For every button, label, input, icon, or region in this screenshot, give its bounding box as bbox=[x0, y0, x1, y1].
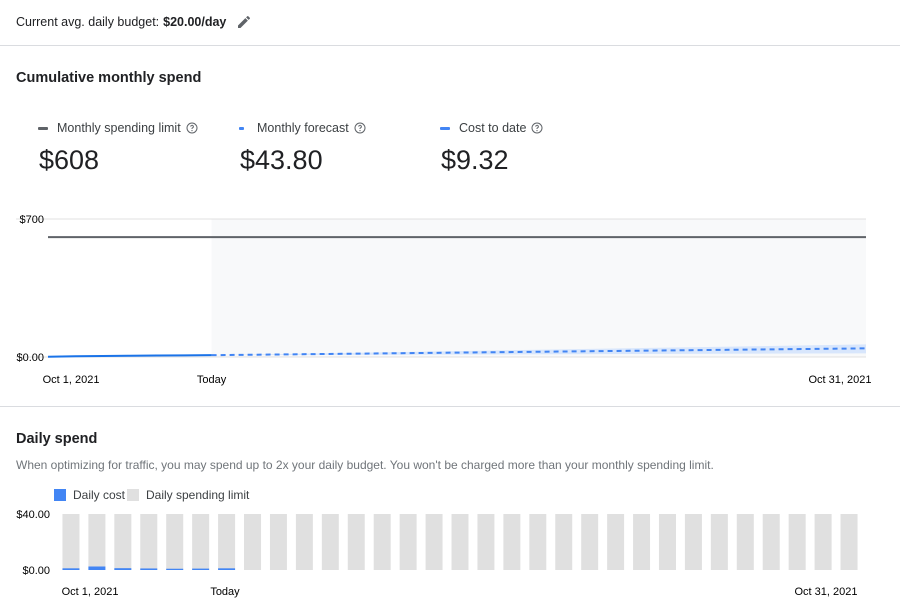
bar-daily-spending-limit bbox=[347, 514, 365, 570]
bar-daily-spending-limit bbox=[218, 514, 236, 570]
bar-daily-spending-limit bbox=[529, 514, 547, 570]
bar-daily-spending-limit bbox=[269, 514, 287, 570]
metric-monthly-spending-limit: Monthly spending limit $608 bbox=[38, 121, 198, 176]
bar-daily-spending-limit bbox=[840, 514, 858, 570]
bar-daily-spending-limit bbox=[192, 514, 210, 570]
y-tick-label: $700 bbox=[20, 214, 44, 226]
bar-daily-spending-limit bbox=[62, 514, 80, 570]
metric-value: $608 bbox=[39, 145, 100, 175]
legend-swatch-limit bbox=[38, 126, 48, 130]
bar-daily-cost bbox=[114, 568, 132, 570]
budget-value: $20.00/day bbox=[163, 15, 227, 29]
bar-daily-spending-limit bbox=[477, 514, 495, 570]
y-tick-label: $0.00 bbox=[16, 352, 44, 364]
x-tick-label: Today bbox=[210, 586, 240, 598]
divider bbox=[0, 45, 900, 46]
bar-daily-cost bbox=[62, 568, 80, 570]
x-tick-label: Oct 1, 2021 bbox=[43, 374, 100, 386]
bar-daily-spending-limit bbox=[633, 514, 651, 570]
x-tick-label: Oct 31, 2021 bbox=[809, 374, 872, 386]
bar-daily-spending-limit bbox=[736, 514, 754, 570]
bar-daily-cost bbox=[140, 568, 158, 570]
bar-daily-spending-limit bbox=[814, 514, 832, 570]
bar-daily-spending-limit bbox=[399, 514, 417, 570]
bar-daily-cost bbox=[88, 566, 106, 570]
bar-daily-spending-limit bbox=[788, 514, 806, 570]
x-tick-label: Oct 1, 2021 bbox=[62, 586, 119, 598]
budget-label: Current avg. daily budget: bbox=[16, 15, 160, 29]
bar-daily-spending-limit bbox=[295, 514, 313, 570]
divider bbox=[0, 406, 900, 407]
daily-spend-chart: $40.00 $0.00 Oct 1, 2021 Today Oct 31, 2021 bbox=[16, 509, 858, 598]
bar-daily-spending-limit bbox=[114, 514, 132, 570]
bar-daily-spending-limit bbox=[503, 514, 521, 570]
metric-value: $43.80 bbox=[240, 145, 323, 175]
help-icon[interactable] bbox=[186, 122, 198, 134]
bar-daily-cost bbox=[192, 568, 210, 570]
cumulative-spend-title: Cumulative monthly spend bbox=[16, 70, 202, 86]
bar-daily-spending-limit bbox=[244, 514, 262, 570]
bar-daily-spending-limit bbox=[684, 514, 702, 570]
bar-daily-cost bbox=[166, 568, 184, 570]
bar-daily-spending-limit bbox=[581, 514, 599, 570]
metric-value: $9.32 bbox=[441, 145, 509, 175]
help-icon[interactable] bbox=[531, 122, 543, 134]
bar-daily-spending-limit bbox=[166, 514, 184, 570]
legend-swatch-forecast bbox=[239, 126, 244, 130]
bar-daily-spending-limit bbox=[762, 514, 780, 570]
x-tick-label: Today bbox=[197, 374, 227, 386]
pencil-icon[interactable] bbox=[236, 14, 252, 30]
y-tick-label: $40.00 bbox=[16, 509, 50, 521]
metric-label: Monthly forecast bbox=[257, 121, 349, 135]
daily-spend-description: When optimizing for traffic, you may spe… bbox=[16, 458, 714, 472]
metric-monthly-forecast: Monthly forecast $43.80 bbox=[239, 121, 366, 176]
bar-daily-spending-limit bbox=[451, 514, 469, 570]
bar-daily-spending-limit bbox=[555, 514, 573, 570]
daily-budget-bar: Current avg. daily budget: $20.00/day bbox=[16, 14, 252, 30]
x-tick-label: Oct 31, 2021 bbox=[795, 586, 858, 598]
bar-daily-spending-limit bbox=[140, 514, 158, 570]
bar-daily-spending-limit bbox=[88, 514, 106, 570]
metric-label: Monthly spending limit bbox=[57, 121, 181, 135]
cumulative-spend-chart: $700 $0.00 Oct 1, 2021 Today Oct 31, 2021 bbox=[16, 214, 872, 386]
y-tick-label: $0.00 bbox=[22, 565, 50, 577]
metric-label: Cost to date bbox=[459, 121, 527, 135]
bar-daily-spending-limit bbox=[607, 514, 625, 570]
bar-daily-cost bbox=[218, 568, 236, 570]
bar-daily-spending-limit bbox=[658, 514, 676, 570]
legend-swatch-cost bbox=[440, 126, 450, 130]
future-shade bbox=[211, 219, 867, 357]
bar-daily-spending-limit bbox=[321, 514, 339, 570]
bar-daily-spending-limit bbox=[710, 514, 728, 570]
metric-cost-to-date: Cost to date $9.32 bbox=[440, 121, 543, 176]
bar-daily-spending-limit bbox=[425, 514, 443, 570]
daily-spend-title: Daily spend bbox=[16, 431, 98, 447]
help-icon[interactable] bbox=[354, 122, 366, 134]
bar-daily-spending-limit bbox=[373, 514, 391, 570]
